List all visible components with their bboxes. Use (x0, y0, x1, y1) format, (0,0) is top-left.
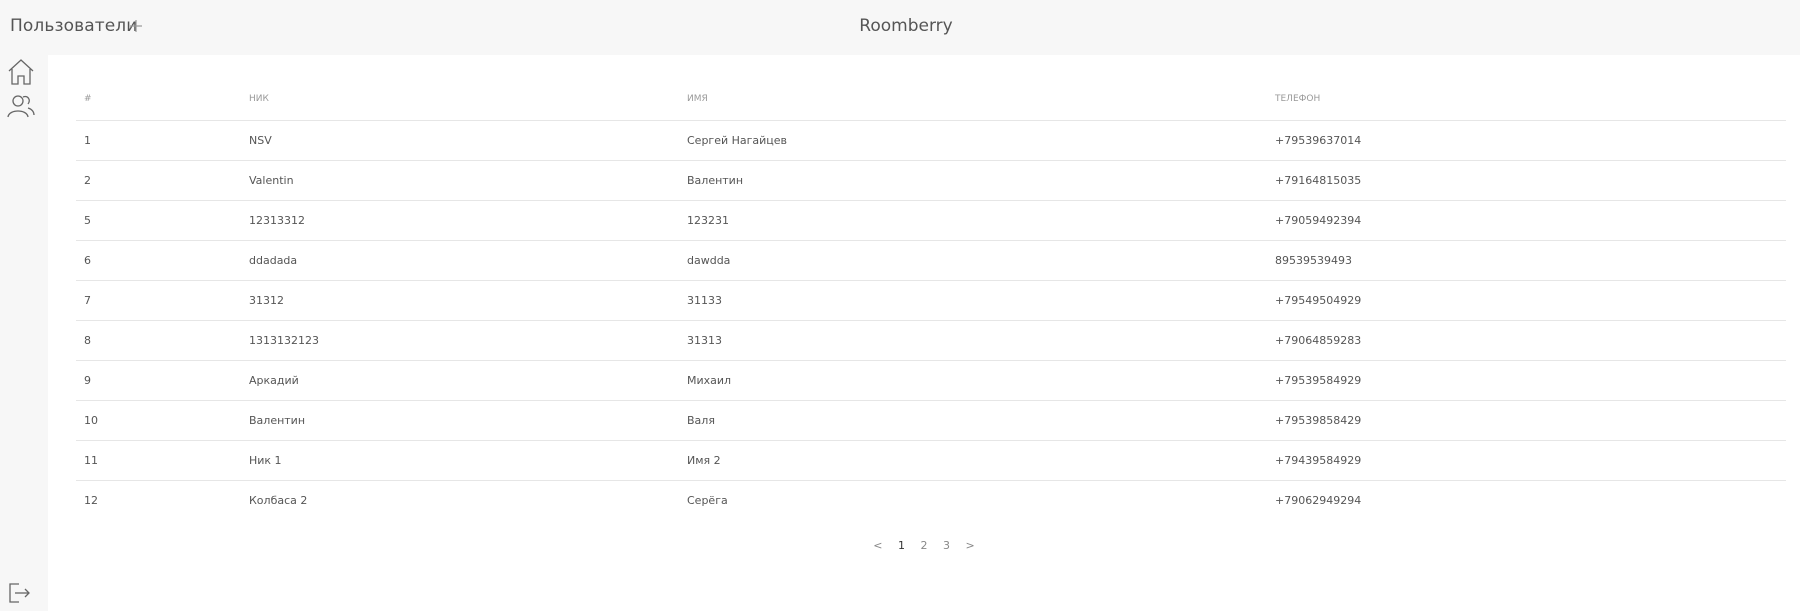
pagination-page-3[interactable]: 3 (943, 539, 950, 552)
table-row[interactable]: 5 12313312 123231 +79059492394 (76, 200, 1786, 241)
cell-nick: NSV (241, 120, 679, 161)
cell-nick: 31312 (241, 280, 679, 321)
table-row[interactable]: 9 Аркадий Михаил +79539584929 (76, 360, 1786, 401)
sidebar-item-home[interactable] (6, 57, 36, 87)
table-row[interactable]: 12 Колбаса 2 Серёга +79062949294 (76, 481, 1786, 521)
column-header-name[interactable]: Имя (679, 77, 1267, 121)
main-content: # Ник Имя Телефон 1 NSV Сергей Нагайцев … (48, 55, 1800, 611)
cell-name: Михаил (679, 360, 1267, 401)
app-title: Roomberry (859, 16, 953, 36)
table-row[interactable]: 8 1313132123 31313 +79064859283 (76, 320, 1786, 361)
cell-name: Валя (679, 400, 1267, 441)
add-user-button[interactable] (126, 16, 146, 36)
cell-id: 2 (76, 160, 241, 201)
cell-name: Сергей Нагайцев (679, 120, 1267, 161)
cell-nick: 12313312 (241, 200, 679, 241)
cell-id: 7 (76, 280, 241, 321)
app-window: Пользователи Roomberry # НИК ИМЯ ТЕЛЕФОН… (0, 0, 1800, 611)
cell-id: 9 (76, 360, 241, 401)
pagination-page-2[interactable]: 2 (921, 539, 928, 552)
cell-nick: Аркадий (241, 360, 679, 401)
sidebar-item-users[interactable] (6, 91, 36, 121)
column-header-phone[interactable]: Телефон (1267, 77, 1786, 121)
cell-phone: +79539637014 (1267, 120, 1786, 161)
cell-phone: +79164815035 (1267, 160, 1786, 201)
cell-phone: +79059492394 (1267, 200, 1786, 241)
cell-name: Валентин (679, 160, 1267, 201)
table-row[interactable]: 6 ddadada dawdda 89539539493 (76, 240, 1786, 281)
cell-nick: Ник 1 (241, 440, 679, 481)
cell-id: 6 (76, 240, 241, 281)
pagination: < 1 2 3 > (48, 539, 1800, 552)
table-header-row: # Ник Имя Телефон (76, 77, 1786, 121)
cell-phone: +79062949294 (1275, 494, 1362, 507)
cell-id: 12 (84, 494, 98, 507)
cell-name: Серёга (687, 494, 728, 507)
cell-phone: +79539858429 (1267, 400, 1786, 441)
table-row[interactable]: 2 Valentin Валентин +79164815035 (76, 160, 1786, 201)
cell-nick: Валентин (241, 400, 679, 441)
cell-phone: 89539539493 (1267, 240, 1786, 281)
cell-phone: +79439584929 (1267, 440, 1786, 481)
cell-nick: ddadada (241, 240, 679, 281)
logout-icon (9, 583, 30, 603)
plus-icon (130, 20, 142, 32)
table-row[interactable]: 10 Валентин Валя +79539858429 (76, 400, 1786, 441)
cell-id: 8 (76, 320, 241, 361)
table-row[interactable]: 1 NSV Сергей Нагайцев +79539637014 (76, 120, 1786, 161)
cell-name: 31133 (679, 280, 1267, 321)
pagination-next[interactable]: > (966, 539, 975, 552)
cell-id: 5 (76, 200, 241, 241)
logout-button[interactable] (6, 580, 32, 606)
home-icon (8, 59, 34, 85)
cell-name: dawdda (679, 240, 1267, 281)
sidebar (0, 55, 48, 611)
cell-name: Имя 2 (679, 440, 1267, 481)
pagination-prev[interactable]: < (873, 539, 882, 552)
pagination-page-1[interactable]: 1 (898, 539, 905, 552)
table-row[interactable]: 7 31312 31133 +79549504929 (76, 280, 1786, 321)
cell-phone: +79539584929 (1267, 360, 1786, 401)
page-title: Пользователи (10, 16, 138, 36)
cell-id: 10 (76, 400, 241, 441)
top-bar: Пользователи Roomberry (0, 0, 1800, 55)
column-header-id[interactable]: # (76, 77, 241, 121)
cell-id: 11 (76, 440, 241, 481)
cell-name: 123231 (679, 200, 1267, 241)
cell-name: 31313 (679, 320, 1267, 361)
users-icon (7, 95, 35, 118)
users-table: # Ник Имя Телефон 1 NSV Сергей Нагайцев … (76, 77, 1786, 520)
cell-nick: 1313132123 (241, 320, 679, 361)
table-row[interactable]: 11 Ник 1 Имя 2 +79439584929 (76, 440, 1786, 481)
column-header-nick[interactable]: Ник (241, 77, 679, 121)
cell-phone: +79064859283 (1267, 320, 1786, 361)
cell-nick: Valentin (241, 160, 679, 201)
cell-phone: +79549504929 (1267, 280, 1786, 321)
cell-id: 1 (76, 120, 241, 161)
cell-nick: Колбаса 2 (249, 494, 308, 507)
